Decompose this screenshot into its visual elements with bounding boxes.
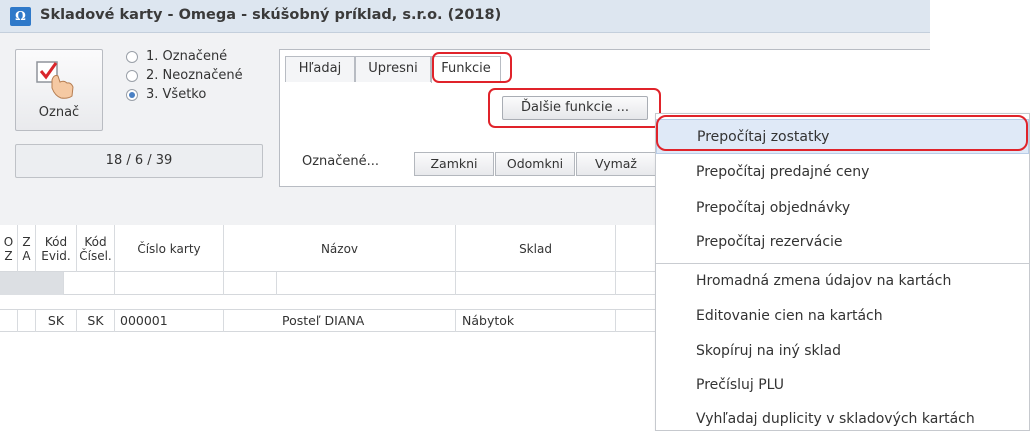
col-header-number-code[interactable]: Kód Čísel. [77,225,115,272]
filter-cell-card-number[interactable] [224,272,277,295]
unlock-button[interactable]: Odomkni [495,152,575,176]
radio-unmarked-circle[interactable] [126,69,138,82]
cell-warehouse: Nábytok [456,310,616,332]
col-header-extra[interactable] [616,225,656,272]
cell-number-code: SK [77,310,115,332]
radio-unmarked-label: 2. Neoznačené [146,68,243,83]
filter-cell-evid-code[interactable] [64,272,115,295]
col-header-za[interactable]: Z A [18,225,36,272]
filter-cell-flags[interactable] [0,272,64,295]
col-header-card-number[interactable]: Číslo karty [115,225,224,272]
record-counter: 18 / 6 / 39 [15,144,263,178]
more-functions-highlight [488,88,661,128]
radio-marked-circle[interactable] [126,50,138,63]
col-header-oz[interactable]: O Z [0,225,18,272]
filter-radio-group: 1. Označené 2. Neoznačené 3. Všetko [126,47,243,104]
mark-button-label: Označ [38,105,80,120]
menu-item-edit-prices[interactable]: Editovanie cien na kartách [656,299,1029,334]
window-title: Skladové karty - Omega - skúšobný príkla… [40,7,502,23]
tab-refine[interactable]: Upresni [355,56,431,82]
radio-all-label: 3. Všetko [146,87,207,102]
menu-item-recalc-orders[interactable]: Prepočítaj objednávky [656,191,1029,226]
radio-unmarked[interactable]: 2. Neoznačené [126,66,243,85]
filter-cell-warehouse[interactable] [456,272,616,295]
mark-button[interactable]: Označ [15,49,103,131]
cell-extra [616,310,656,332]
col-header-name[interactable]: Názov [224,225,456,272]
more-functions-menu: Prepočítaj zostatky Prepočítaj predajné … [655,113,1030,431]
tab-functions-highlight [432,52,512,83]
checkbox-hand-icon [36,61,74,99]
menu-item-find-duplicates[interactable]: Vyhľadaj duplicity v skladových kartách [656,402,1029,431]
title-bar: Ω Skladové karty - Omega - skúšobný prík… [0,0,930,33]
delete-button[interactable]: Vymaž [576,152,656,176]
cell-oz [0,310,18,332]
omega-app-icon[interactable]: Ω [10,7,31,26]
marked-actions-label: Označené... [302,154,380,169]
cell-card-number: 000001 [115,310,224,332]
cell-name: Posteľ DIANA [224,310,456,332]
radio-all[interactable]: 3. Všetko [126,85,243,104]
tab-search[interactable]: Hľadaj [285,56,355,82]
menu-item-copy-warehouse[interactable]: Skopíruj na iný sklad [656,334,1029,369]
menu-item-bulk-edit[interactable]: Hromadná zmena údajov na kartách [656,264,1029,299]
filter-cell-number-code[interactable] [115,272,224,295]
filter-cell-name[interactable] [277,272,456,295]
menu-item-recalc-reservations[interactable]: Prepočítaj rezervácie [656,225,1029,260]
menu-item-renumber-plu[interactable]: Prečísluj PLU [656,368,1029,403]
col-header-warehouse[interactable]: Sklad [456,225,616,272]
cell-za [18,310,36,332]
menu-item-highlight [656,115,1028,151]
menu-item-recalc-prices[interactable]: Prepočítaj predajné ceny [656,155,1029,190]
lock-button[interactable]: Zamkni [414,152,494,176]
radio-all-circle[interactable] [126,88,138,101]
radio-marked-label: 1. Označené [146,49,228,64]
radio-marked[interactable]: 1. Označené [126,47,243,66]
col-header-evid-code[interactable]: Kód Evid. [36,225,77,272]
cell-evid-code: SK [36,310,77,332]
